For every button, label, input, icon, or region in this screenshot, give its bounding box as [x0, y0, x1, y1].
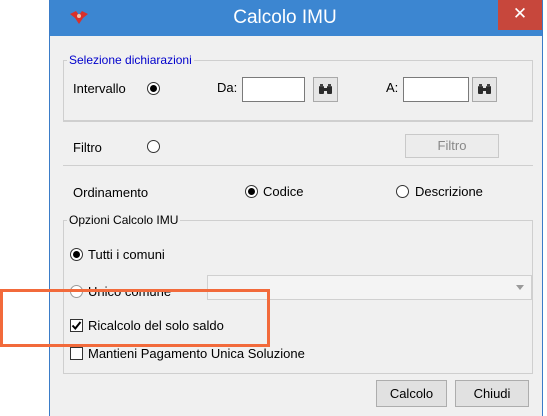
filtro-label: Filtro — [73, 140, 102, 155]
calcolo-button[interactable]: Calcolo — [376, 380, 447, 407]
filtro-radio[interactable] — [147, 140, 160, 153]
window-title: Calcolo IMU — [233, 7, 337, 28]
a-search-button[interactable] — [472, 77, 497, 102]
divider — [63, 165, 533, 166]
tutti-comuni-label[interactable]: Tutti i comuni — [88, 247, 165, 262]
close-button[interactable]: ✕ — [498, 0, 542, 30]
mantieni-label[interactable]: Mantieni Pagamento Unica Soluzione — [88, 346, 305, 361]
annotation-highlight-box — [0, 289, 270, 347]
codice-radio[interactable] — [245, 185, 258, 198]
da-label: Da: — [217, 80, 238, 95]
filtro-button[interactable]: Filtro — [405, 134, 499, 158]
mantieni-checkbox[interactable] — [70, 347, 83, 360]
descrizione-radio[interactable] — [396, 185, 409, 198]
close-icon[interactable]: ✕ — [513, 4, 527, 23]
chiudi-button[interactable]: Chiudi — [455, 380, 529, 407]
da-input[interactable] — [242, 77, 305, 102]
intervallo-label: Intervallo — [73, 81, 126, 96]
a-label: A: — [386, 80, 399, 95]
tutti-comuni-radio[interactable] — [70, 248, 83, 261]
divider — [63, 121, 533, 122]
calcolo-imu-dialog: Calcolo IMU ✕ Selezione dichiarazioni In… — [49, 0, 543, 416]
descrizione-label[interactable]: Descrizione — [415, 184, 483, 199]
binoculars-icon — [319, 84, 332, 94]
da-search-button[interactable] — [313, 77, 338, 102]
ordinamento-label: Ordinamento — [73, 185, 149, 200]
title-bar: Calcolo IMU ✕ — [50, 0, 542, 36]
intervallo-radio[interactable] — [147, 82, 160, 95]
opzioni-legend: Opzioni Calcolo IMU — [67, 213, 181, 227]
a-input[interactable] — [403, 77, 469, 102]
selezione-legend: Selezione dichiarazioni — [67, 53, 194, 67]
binoculars-icon — [478, 84, 491, 94]
codice-label[interactable]: Codice — [263, 184, 303, 199]
chevron-down-icon — [516, 285, 524, 290]
